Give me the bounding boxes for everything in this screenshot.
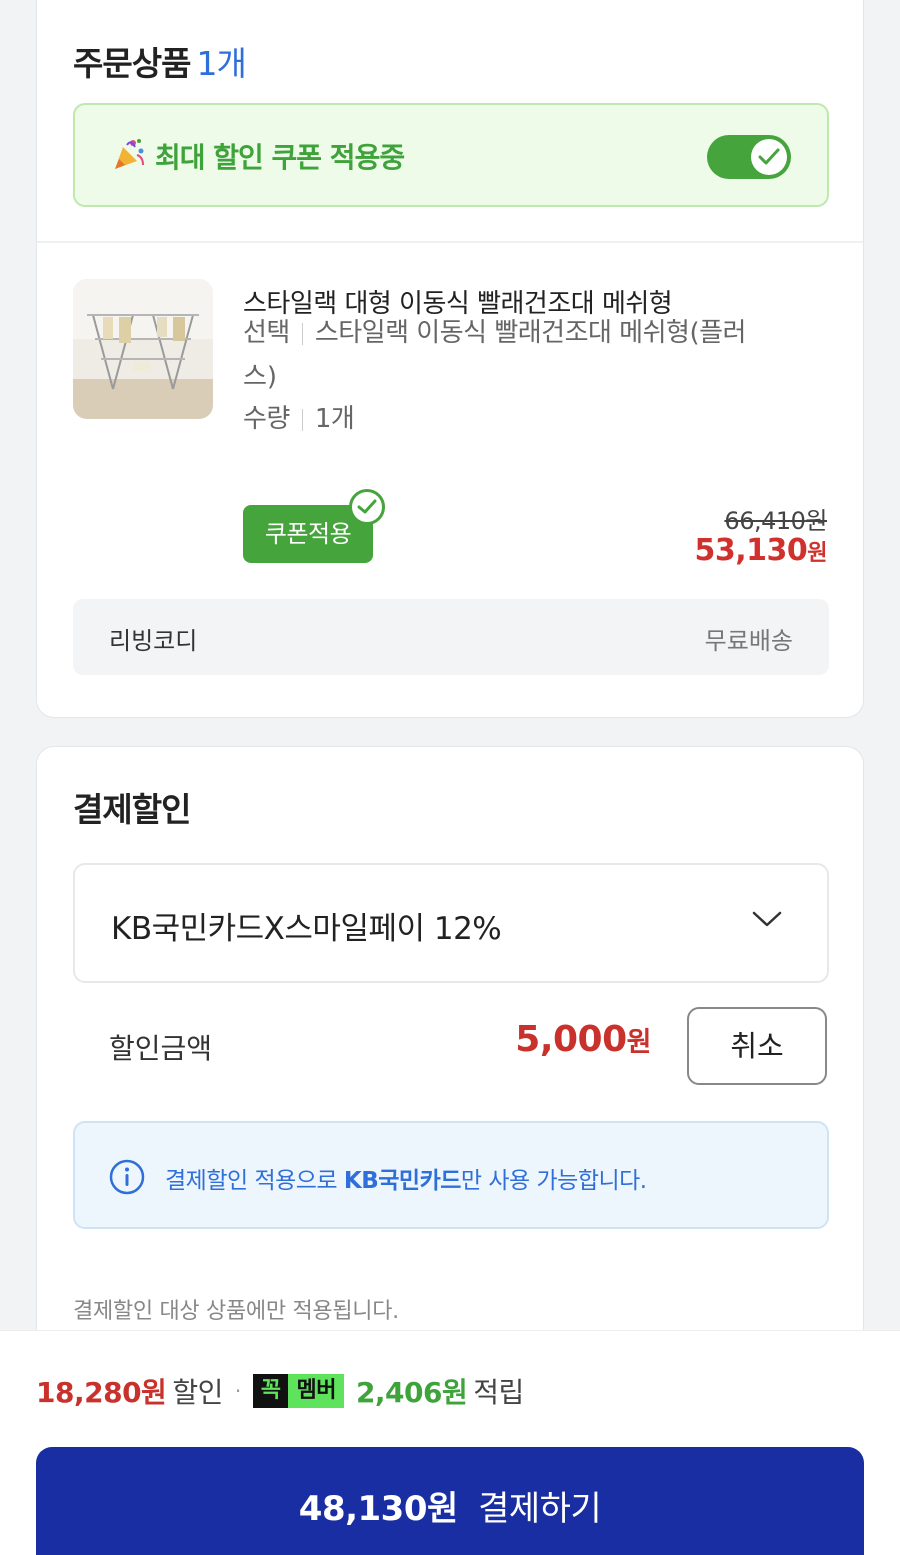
card-discount-select[interactable]: KB국민카드X스마일페이 12% <box>73 863 829 983</box>
info-text-prefix: 결제할인 적용으로 <box>165 1168 344 1194</box>
sale-price-currency: 원 <box>807 541 827 566</box>
sale-price-value: 53,130 <box>694 533 808 568</box>
discount-amount-currency: 원 <box>626 1027 652 1058</box>
pay-amount: 48,130원 <box>298 1489 458 1529</box>
discount-info-notice: 결제할인 적용으로 KB국민카드만 사용 가능합니다. <box>73 1121 829 1229</box>
shipping-fee: 무료배송 <box>704 627 793 655</box>
reward-points: 2,406원 <box>355 1376 468 1409</box>
pay-button[interactable]: 48,130원 결제하기 <box>36 1447 864 1555</box>
drying-rack-image <box>73 279 213 419</box>
payment-discount-card: 결제할인 KB국민카드X스마일페이 12% 할인금액 5,000원 취소 결제할… <box>36 746 864 1386</box>
info-icon <box>109 1159 145 1199</box>
coupon-check-icon <box>349 489 385 525</box>
product-thumbnail[interactable] <box>73 279 213 419</box>
quantity-label: 수량 <box>243 404 290 434</box>
original-price-value: 66,410 <box>724 507 806 535</box>
pay-label: 결제하기 <box>478 1489 602 1529</box>
points-word: 적립 <box>473 1376 524 1409</box>
quantity-value: 1개 <box>314 404 355 434</box>
info-text-card-name: KB국민카드 <box>343 1168 462 1194</box>
toggle-knob <box>751 139 787 175</box>
discount-amount: 5,000원 <box>515 1019 651 1060</box>
option-separator <box>301 322 303 345</box>
member-badge: 꼭 멤버 <box>252 1374 344 1408</box>
original-price-currency: 원 <box>805 507 827 535</box>
payment-discount-title: 결제할인 <box>73 790 191 829</box>
check-icon <box>758 148 780 165</box>
cancel-discount-button[interactable]: 취소 <box>687 1007 827 1085</box>
party-popper-icon <box>111 137 147 173</box>
product-quantity-row: 수량 1개 <box>243 397 355 441</box>
original-price: 66,410원 <box>724 501 827 536</box>
benefit-summary: 18,280원 할인 · 꼭 멤버 2,406원 적립 <box>36 1371 524 1411</box>
coupon-banner-text: 최대 할인 쿠폰 적용중 <box>155 141 405 174</box>
seller-shipping-box: 리빙코디 무료배송 <box>73 599 829 675</box>
max-coupon-toggle[interactable] <box>707 135 791 179</box>
discount-amount-label: 할인금액 <box>109 1032 213 1065</box>
info-text-suffix: 만 사용 가능합니다. <box>460 1168 647 1194</box>
option-value: 스타일랙 이동식 빨래건조대 메쉬형(플러 <box>314 318 747 348</box>
member-badge-left: 꼭 <box>252 1374 289 1408</box>
max-coupon-banner: 최대 할인 쿠폰 적용중 <box>73 103 829 207</box>
info-text: 결제할인 적용으로 KB국민카드만 사용 가능합니다. <box>165 1161 647 1195</box>
section-divider <box>37 241 863 243</box>
separator-dot: · <box>234 1379 241 1403</box>
discount-word: 할인 <box>172 1376 223 1409</box>
sale-price: 53,130원 <box>694 533 827 568</box>
option-label: 선택 <box>243 318 290 348</box>
member-badge-right: 멤버 <box>288 1374 344 1408</box>
product-option-row: 선택 스타일랙 이동식 빨래건조대 메쉬형(플러 <box>243 311 746 355</box>
total-discount-amount: 18,280원 <box>36 1376 167 1409</box>
checkout-bottom-bar: 18,280원 할인 · 꼭 멤버 2,406원 적립 48,130원 결제하기 <box>0 1330 900 1555</box>
selected-card-discount: KB국민카드X스마일페이 12% <box>111 911 502 947</box>
seller-name[interactable]: 리빙코디 <box>109 621 197 656</box>
order-items-title: 주문상품 1개 <box>73 37 247 85</box>
quantity-separator <box>301 408 303 431</box>
option-value-continued: 스) <box>243 362 278 392</box>
order-items-title-label: 주문상품 <box>73 44 191 83</box>
discount-footnote: 결제할인 대상 상품에만 적용됩니다. <box>73 1299 399 1324</box>
chevron-down-icon <box>751 909 783 933</box>
discount-amount-value: 5,000 <box>515 1019 627 1060</box>
order-item-count: 1개 <box>196 44 246 83</box>
order-items-card: 주문상품 1개 최대 할인 쿠폰 적용중 스타일랙 대형 이동식 빨래건조대 메… <box>36 0 864 718</box>
